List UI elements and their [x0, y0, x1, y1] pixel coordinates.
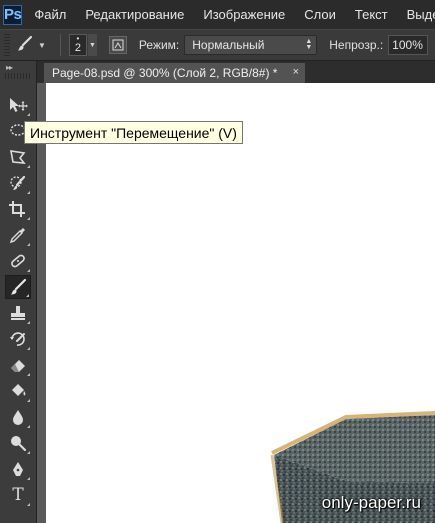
tool-flyout-indicator: [27, 217, 30, 220]
tool-flyout-indicator: [27, 373, 30, 376]
panel-collapse-icon[interactable]: ▸▸: [0, 61, 36, 73]
type-icon: T: [12, 485, 24, 505]
document-tab-bar: Page-08.psd @ 300% (Слой 2, RGB/8#) * ×: [37, 61, 435, 83]
canvas-artwork: [270, 411, 435, 523]
tool-flyout-indicator: [27, 347, 30, 350]
document-canvas[interactable]: [46, 83, 435, 523]
blend-mode-value: Нормальный: [192, 38, 265, 52]
opacity-input[interactable]: 100%: [388, 35, 429, 55]
menu-bar: Ps Файл Редактирование Изображение Слои …: [0, 0, 435, 29]
menu-layer[interactable]: Слои: [304, 7, 336, 22]
mode-label: Режим:: [138, 38, 180, 52]
brush-icon: [11, 278, 27, 295]
paint-bucket-tool[interactable]: [5, 379, 31, 403]
document-tab-title: Page-08.psd @ 300% (Слой 2, RGB/8#) *: [52, 66, 278, 80]
brush-size-value: 2: [74, 42, 81, 54]
updown-arrows-icon: ▲ ▼: [305, 38, 313, 51]
blur-tool[interactable]: [5, 405, 31, 429]
move-icon: [10, 98, 28, 112]
healing-brush-tool[interactable]: [5, 249, 31, 273]
quick-selection-tool[interactable]: [5, 171, 31, 195]
tool-flyout-indicator: [26, 294, 29, 297]
history-brush-icon: [10, 332, 25, 346]
menu-type[interactable]: Текст: [355, 7, 388, 22]
close-icon[interactable]: ×: [293, 66, 299, 78]
photoshop-logo: Ps: [3, 4, 23, 25]
tool-flyout-indicator: [27, 113, 30, 116]
dodge-tool[interactable]: [5, 431, 31, 455]
document-tab[interactable]: Page-08.psd @ 300% (Слой 2, RGB/8#) * ×: [44, 63, 305, 83]
tool-preset-picker[interactable]: ▼: [16, 35, 46, 56]
menu-select[interactable]: Выделение: [407, 7, 435, 22]
photoshop-window: Ps Файл Редактирование Изображение Слои …: [0, 0, 435, 523]
chevron-down-icon: ▼: [38, 40, 46, 50]
polygonal-lasso-tool[interactable]: [5, 145, 31, 169]
divider: [59, 34, 61, 56]
bandage-icon: [11, 254, 25, 268]
options-bar: ▼ • 2 ▼ Режим: Нормальный ▲ ▼ Непрозр.: 1…: [0, 29, 435, 61]
watermark-text: only-paper.ru: [321, 493, 421, 512]
tool-flyout-indicator: [27, 451, 30, 454]
type-tool[interactable]: T: [5, 483, 31, 507]
move-tool-tooltip: Инструмент "Перемещение" (V): [24, 121, 243, 144]
move-tool[interactable]: [5, 93, 31, 117]
tool-flyout-indicator: [27, 503, 30, 506]
bucket-icon: [12, 384, 26, 396]
pen-tool[interactable]: [5, 457, 31, 481]
drop-icon: [13, 410, 23, 425]
brush-panel-toggle-button[interactable]: [108, 36, 127, 54]
brush-panel-icon: [112, 39, 124, 51]
brush-tool[interactable]: [5, 275, 31, 299]
eyedropper-tool[interactable]: [5, 223, 31, 247]
history-brush-tool[interactable]: [5, 327, 31, 351]
menu-file[interactable]: Файл: [34, 7, 66, 22]
eraser-tool[interactable]: [5, 353, 31, 377]
tool-flyout-indicator: [27, 477, 30, 480]
tool-flyout-indicator: [27, 165, 30, 168]
polygonal-lasso-icon: [10, 150, 26, 164]
menu-edit[interactable]: Редактирование: [85, 7, 184, 22]
brush-size-dropdown-arrow[interactable]: ▼: [87, 34, 97, 56]
crop-tool[interactable]: [5, 197, 31, 221]
options-bar-grip[interactable]: [4, 34, 10, 56]
brush-icon: [16, 35, 34, 56]
clone-stamp-tool[interactable]: [5, 301, 31, 325]
stamp-icon: [11, 306, 25, 320]
tool-flyout-indicator: [27, 399, 30, 402]
tools-panel-grip[interactable]: [5, 73, 31, 79]
opacity-label: Непрозр.:: [329, 38, 384, 52]
eraser-icon: [11, 360, 25, 372]
canvas-pasteboard: [37, 83, 46, 523]
tool-flyout-indicator: [27, 269, 30, 272]
blend-mode-select[interactable]: Нормальный ▲ ▼: [184, 35, 318, 55]
quick-selection-icon: [10, 175, 26, 190]
dodge-icon: [11, 436, 27, 452]
brush-size-picker[interactable]: • 2: [68, 34, 87, 56]
menu-image[interactable]: Изображение: [203, 7, 285, 22]
tool-flyout-indicator: [27, 243, 30, 246]
tool-flyout-indicator: [27, 425, 30, 428]
eyedropper-icon: [9, 228, 25, 244]
tool-flyout-indicator: [27, 191, 30, 194]
crop-icon: [9, 201, 25, 217]
pen-icon: [13, 462, 23, 476]
tool-flyout-indicator: [27, 321, 30, 324]
